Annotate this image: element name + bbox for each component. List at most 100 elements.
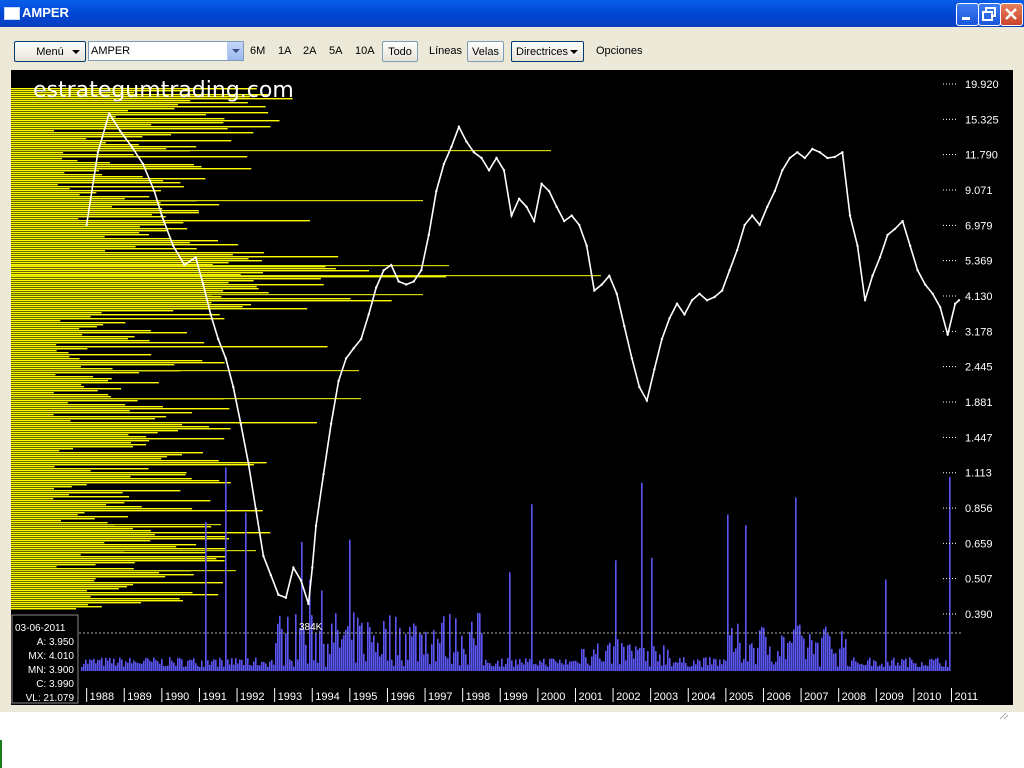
volume-bar [883,666,885,671]
toolbar: Menú AMPER 6M 1A 2A 5A 10A Todo Líneas V… [10,36,1014,66]
volume-bar [913,662,915,671]
price-point [615,292,618,295]
volume-profile-bar [11,390,98,392]
volume-profile-bar [11,176,143,178]
minimize-button[interactable] [956,3,979,26]
watermark: estrategumtrading.com [33,78,294,103]
volume-profile-bar [11,292,269,294]
volume-bar [557,663,559,671]
symbol-combo-dropdown[interactable] [227,42,243,60]
volume-profile-bar [11,428,231,430]
close-button[interactable] [1000,3,1023,26]
price-point [502,169,506,172]
volume-bar [281,628,283,671]
volume-bar [709,657,711,671]
volume-profile-bar [11,548,225,550]
volume-profile-bar [11,596,91,598]
volume-bar [481,633,483,671]
volume-bar [149,660,151,671]
y-tick-label: 1.447 [965,432,993,444]
directrices-dropdown[interactable]: Directrices [511,41,584,62]
volume-bar [667,649,669,671]
volume-profile-bar [11,158,62,160]
volume-profile-bar [11,190,161,192]
volume-bar [175,665,177,671]
y-tick-label: 0.390 [965,609,993,621]
volume-bar [641,482,643,671]
volume-bar [215,659,217,671]
chart-area[interactable]: 384K 19.920 15.325 11.790 9.071 6.979 5.369 4.… [11,70,1013,705]
volume-bar [353,612,355,671]
volume-profile-bar [11,506,142,508]
close-icon [1005,8,1017,20]
volume-profile-bar [11,118,225,120]
x-tick-label: 2001 [578,691,602,703]
range-6m[interactable]: 6M [248,41,267,62]
volume-bar [627,645,629,671]
range-10a[interactable]: 10A [353,41,377,62]
volume-bar [863,665,865,671]
candles-button[interactable]: Velas [467,41,504,62]
price-point [153,189,156,193]
volume-bar [105,657,107,671]
window-title: AMPER [22,5,69,20]
menu-button[interactable]: Menú [14,41,86,62]
volume-bar [689,666,691,671]
price-point [254,507,257,511]
volume-bar [929,659,931,671]
lines-button[interactable]: Líneas [427,41,464,62]
volume-bar [317,662,319,671]
volume-profile-bar [11,568,134,570]
y-tick-label: 3.178 [965,326,993,338]
price-point [517,197,521,200]
volume-bar [313,660,315,671]
volume-profile-bar [11,246,136,248]
volume-bar [305,644,307,671]
volume-bar [837,666,839,671]
volume-bar [193,658,195,671]
price-point [96,151,100,154]
volume-bar [849,666,851,671]
volume-profile-bar [11,130,54,132]
volume-bar [739,642,741,671]
resize-grip-icon[interactable] [994,712,1012,720]
price-point [510,214,513,217]
volume-profile-bar [11,376,94,378]
volume-bar [819,666,821,671]
volume-profile-bar [11,392,54,394]
volume-bar [831,648,833,671]
volume-bar [277,623,279,671]
volume-bar [299,629,301,671]
volume-bar [683,657,685,671]
volume-bar [865,664,867,671]
options-button[interactable]: Opciones [594,41,644,62]
volume-profile-bar [11,236,105,238]
range-todo[interactable]: Todo [382,41,418,62]
range-5a[interactable]: 5A [327,41,344,62]
volume-bar [923,665,925,671]
volume-profile-bar [11,534,155,536]
volume-profile-bar [11,334,83,336]
volume-profile-bar [11,508,193,510]
volume-bar [919,666,921,671]
volume-profile-bar [11,278,321,280]
volume-profile-bar [11,136,143,138]
range-1a[interactable]: 1A [276,41,293,62]
price-point [660,337,664,341]
volume-profile-bar [11,558,217,560]
volume-bar [581,649,583,671]
volume-bar [483,665,485,671]
price-point [352,347,355,350]
volume-profile-bar [11,514,78,516]
restore-button[interactable] [978,3,1001,26]
price-point [390,263,393,267]
symbol-combo[interactable]: AMPER [88,41,244,61]
volume-bar [821,637,823,671]
price-point [705,299,709,302]
volume-bar [607,645,609,671]
volume-bar [651,557,653,671]
range-2a[interactable]: 2A [301,41,318,62]
volume-profile-bar [11,386,85,388]
volume-bar [645,660,647,671]
volume-bar [741,662,743,671]
